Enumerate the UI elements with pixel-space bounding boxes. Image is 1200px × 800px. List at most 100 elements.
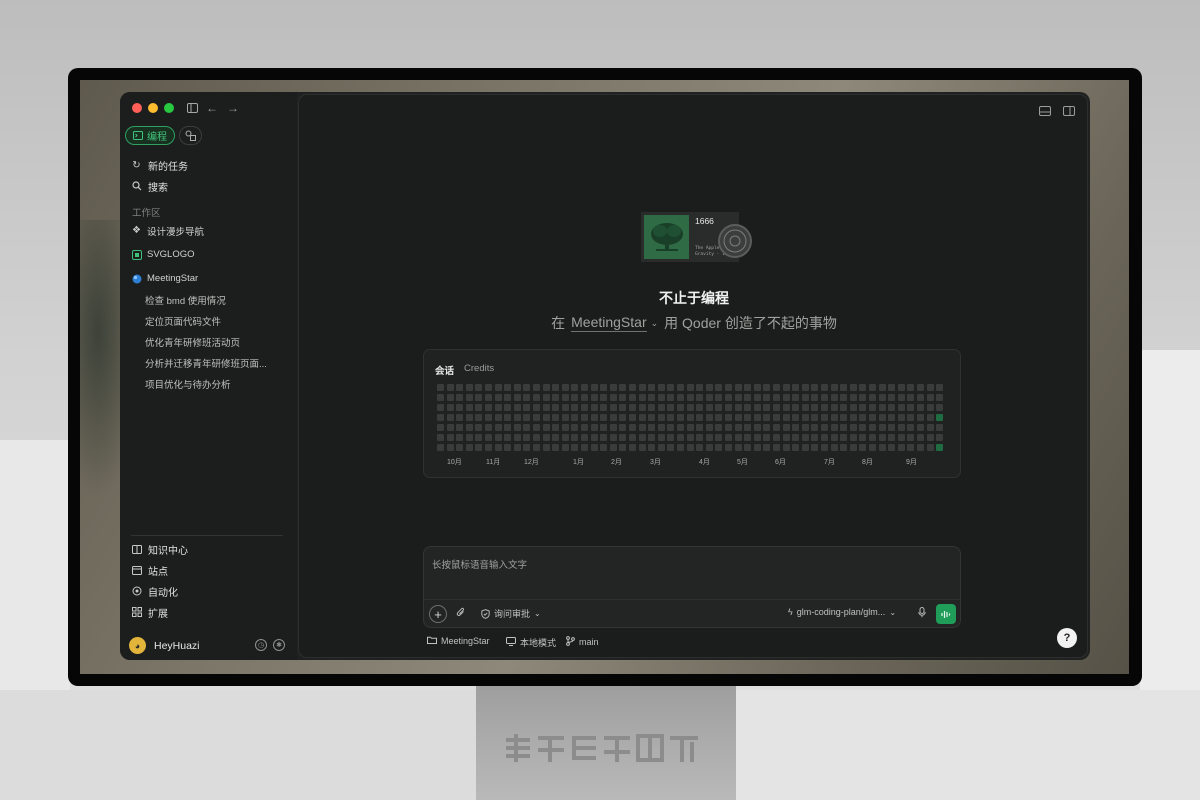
heatmap-cell	[888, 404, 896, 411]
heatmap-cell	[657, 384, 665, 391]
status-branch[interactable]: main	[566, 636, 599, 648]
heatmap-cell	[657, 394, 665, 401]
heatmap-cell	[677, 404, 684, 411]
plus-icon: +	[434, 606, 442, 622]
heatmap-cell	[936, 404, 944, 411]
heatmap-cell	[561, 424, 569, 431]
add-context-button[interactable]: +	[429, 605, 447, 623]
prompt-input[interactable]	[432, 557, 952, 573]
shapes-icon	[185, 130, 196, 141]
microphone-icon[interactable]	[918, 607, 926, 621]
heatmap-cell	[897, 384, 905, 391]
heatmap-cell	[513, 434, 521, 441]
heatmap-cell	[446, 384, 454, 391]
heatmap-cell	[561, 434, 569, 441]
right-panel-toggle-icon[interactable]	[1063, 106, 1075, 116]
forward-arrow-icon[interactable]: →	[225, 100, 241, 116]
nav-automation[interactable]: 自动化	[131, 583, 178, 599]
heatmap-cell	[878, 424, 886, 431]
heatmap-cell	[513, 384, 521, 391]
heatmap-cell	[897, 404, 905, 411]
heatmap-cell	[725, 404, 732, 411]
heatmap-cell	[494, 384, 502, 391]
workspace-item-design[interactable]: ❖ 设计漫步导航	[131, 223, 204, 238]
heatmap-cell	[763, 434, 771, 441]
gear-icon[interactable]: ✱	[273, 639, 285, 651]
heatmap-cell	[504, 384, 512, 391]
status-mode[interactable]: 本地模式	[506, 636, 556, 649]
nav-new-task[interactable]: ↻ 新的任务	[131, 157, 188, 173]
project-selector[interactable]: MeetingStar ⌄	[571, 314, 658, 332]
heatmap-cell	[715, 434, 723, 441]
history-icon[interactable]: ◷	[255, 639, 267, 651]
mode-tab-shapes[interactable]	[179, 126, 202, 145]
task-item[interactable]: 分析并迁移青年研修班页面...	[145, 356, 267, 370]
user-profile[interactable]: ◕ HeyHuazi	[129, 637, 200, 654]
heatmap-cell	[475, 404, 483, 411]
heatmap-cell	[878, 384, 886, 391]
tab-credits[interactable]: Credits	[464, 363, 494, 377]
bottom-panel-toggle-icon[interactable]	[1039, 106, 1051, 116]
hero-subline-prefix: 在	[551, 315, 566, 331]
heatmap-cell	[581, 414, 588, 421]
workspace-item-meetingstar[interactable]: MeetingStar	[131, 271, 198, 286]
task-item[interactable]: 项目优化与待办分析	[145, 377, 231, 391]
heatmap-cell	[917, 414, 924, 421]
nav-extension[interactable]: 扩展	[131, 604, 168, 620]
window-maximize-button[interactable]	[164, 103, 174, 113]
heatmap-cell	[686, 414, 694, 421]
nav-knowledge-center[interactable]: 知识中心	[131, 541, 188, 557]
task-item[interactable]: 定位页面代码文件	[145, 314, 221, 328]
voice-send-button[interactable]	[936, 604, 956, 624]
task-item[interactable]: 优化青年研修班活动页	[145, 335, 240, 349]
heatmap-cell	[725, 384, 732, 391]
hero-card: 1666 The Apple Gravity · 1666	[641, 212, 752, 262]
hero-headline: 不止于编程	[659, 290, 729, 306]
month-label: 2月	[611, 459, 622, 466]
heatmap-cell	[821, 384, 828, 391]
heatmap-cell	[571, 434, 579, 441]
sidebar-toggle-icon[interactable]	[184, 100, 200, 116]
prompt-divider	[424, 599, 960, 600]
heatmap-cell	[792, 434, 800, 441]
heatmap-cell	[475, 434, 483, 441]
heatmap-cell	[734, 414, 742, 421]
heatmap-cell	[715, 444, 723, 451]
heatmap-cell	[917, 424, 924, 431]
heatmap-cell	[437, 424, 444, 431]
heatmap-cell	[446, 424, 454, 431]
heatmap-cell	[888, 394, 896, 401]
heatmap-cell	[504, 394, 512, 401]
heatmap-cell	[657, 424, 665, 431]
heatmap-cell	[897, 434, 905, 441]
approval-dropdown[interactable]: 询问审批 ⌄	[481, 607, 541, 620]
model-selector[interactable]: ϟ glm-coding-plan/glm... ⌄	[788, 607, 896, 617]
status-folder[interactable]: MeetingStar	[427, 636, 490, 646]
heatmap-cell	[677, 384, 684, 391]
hero-subline-suffix: 用 Qoder 创造了不起的事物	[664, 315, 837, 331]
month-label: 4月	[699, 459, 710, 466]
heatmap-cell	[571, 404, 579, 411]
heatmap-cell	[437, 434, 444, 441]
heatmap-cell	[475, 384, 483, 391]
heatmap-cell	[801, 414, 809, 421]
help-button[interactable]: ?	[1057, 628, 1077, 648]
nav-site[interactable]: 站点	[131, 562, 168, 578]
window-close-button[interactable]	[132, 103, 142, 113]
heatmap-cell	[494, 394, 502, 401]
task-item[interactable]: 检查 bmd 使用情况	[145, 293, 226, 307]
month-label: 11月	[486, 459, 501, 466]
heatmap-cell	[715, 384, 723, 391]
window-minimize-button[interactable]	[148, 103, 158, 113]
workspace-item-svglogo[interactable]: SVGLOGO	[131, 247, 195, 262]
heatmap-cell	[513, 424, 521, 431]
mode-tab-coding[interactable]: 编程	[125, 126, 175, 145]
activity-tabs: 会话 Credits	[435, 363, 494, 377]
back-arrow-icon[interactable]: ←	[204, 100, 220, 116]
nav-search[interactable]: 搜索	[131, 178, 168, 194]
stand-brand-logo-icon	[506, 734, 698, 762]
tab-sessions[interactable]: 会话	[435, 363, 454, 377]
heatmap-cell	[782, 404, 790, 411]
attachment-icon[interactable]	[456, 607, 466, 621]
heatmap-cell	[590, 434, 598, 441]
